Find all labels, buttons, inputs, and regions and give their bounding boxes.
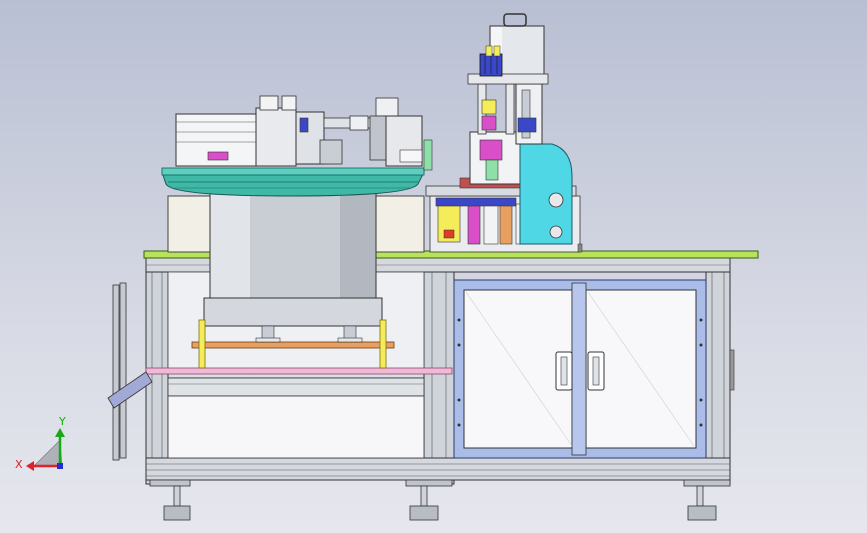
cad-viewport[interactable]: X Y bbox=[0, 0, 867, 533]
y-axis-arrowhead-icon bbox=[55, 428, 65, 437]
coordinate-triad bbox=[26, 428, 65, 471]
z-axis-point-icon bbox=[57, 463, 63, 469]
triad-cone-icon bbox=[33, 439, 63, 467]
x-axis-arrowhead-icon bbox=[26, 461, 34, 471]
x-axis-label: X bbox=[15, 458, 23, 471]
y-axis-label: Y bbox=[59, 415, 66, 428]
